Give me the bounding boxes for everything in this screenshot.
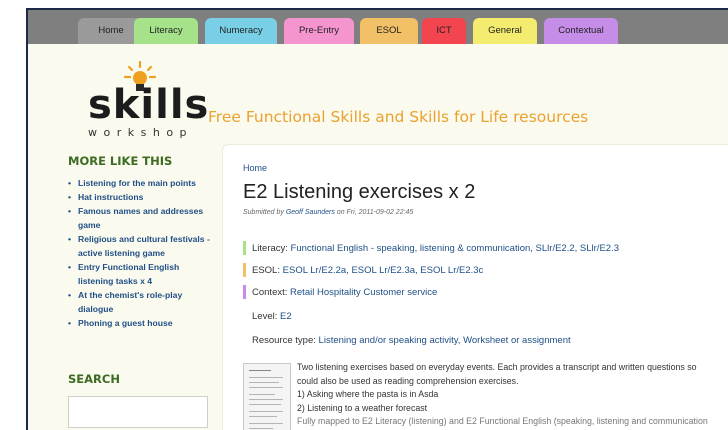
resource-type-link-2[interactable]: Worksheet or assignment [463,335,571,346]
sidebar-title: MORE LIKE THIS [68,154,173,168]
related-list: Listening for the main points Hat instru… [68,176,213,330]
nav-tabbar: Home Literacy Numeracy Pre-Entry ESOL IC… [28,10,728,44]
tab-contextual[interactable]: Contextual [544,18,618,44]
tab-esol[interactable]: ESOL [360,18,418,44]
submitted-date: on Fri, 2011-09-02 22:45 [336,209,414,216]
tab-label: Contextual [558,25,604,36]
tab-label: ESOL [376,25,402,36]
context-label: Context: [252,287,288,298]
worksheet-thumbnail[interactable] [243,363,291,430]
description-line: 1) Asking where the pasta is in Asda [297,389,439,399]
tab-label: Home [98,25,124,36]
tab-literacy[interactable]: Literacy [134,18,198,44]
logo-subtitle: workshop [88,126,194,139]
site-header: skills workshop Free Functional Skills a… [28,44,728,149]
tab-label: Literacy [149,25,183,36]
literacy-color-bar [243,241,246,256]
tab-label: Pre-Entry [298,25,340,36]
resource-type-field: Resource type: Listening and/or speaking… [252,333,571,349]
tab-label: Numeracy [219,25,263,36]
resource-type-label: Resource type: [252,335,316,346]
author-link[interactable]: Geoff Saunders [286,209,335,216]
logo-wordmark[interactable]: skills [88,82,209,128]
resource-type-separator: , [457,335,461,346]
literacy-field: Literacy: Functional English - speaking,… [243,241,619,257]
related-link[interactable]: Hat instructions [68,190,213,204]
related-link[interactable]: Phoning a guest house [68,316,213,330]
tab-pre-entry[interactable]: Pre-Entry [284,18,354,44]
main-content: Home E2 Listening exercises x 2 Submitte… [222,144,728,430]
tab-numeracy[interactable]: Numeracy [205,18,277,44]
tab-label: General [488,25,522,36]
level-value-link[interactable]: E2 [280,311,292,322]
breadcrumb-home[interactable]: Home [243,163,267,173]
context-color-bar [243,285,246,300]
description-line: Two listening exercises based on everyda… [297,362,697,372]
esol-value-link[interactable]: ESOL Lr/E2.2a, ESOL Lr/E2.3a, ESOL Lr/E2… [283,265,484,276]
search-title: SEARCH [68,372,120,386]
literacy-label: Literacy: [252,243,288,254]
submitted-by: Submitted by Geoff Saunders on Fri, 2011… [243,209,413,216]
related-link[interactable]: Listening for the main points [68,176,213,190]
search-input[interactable] [68,396,208,428]
related-link[interactable]: At the chemist's role-play dialogue [68,288,213,316]
esol-field: ESOL: ESOL Lr/E2.2a, ESOL Lr/E2.3a, ESOL… [243,263,483,279]
tab-ict[interactable]: ICT [422,18,466,44]
site-tagline: Free Functional Skills and Skills for Li… [208,108,589,126]
context-value-link[interactable]: Retail Hospitality Customer service [290,287,437,298]
page-title: E2 Listening exercises x 2 [243,181,476,203]
esol-label: ESOL: [252,265,280,276]
related-link[interactable]: Entry Functional English listening tasks… [68,260,213,288]
description-line: could also be used as reading comprehens… [297,375,519,386]
esol-color-bar [243,263,246,278]
resource-description: Two listening exercises based on everyda… [297,361,728,429]
level-label: Level: [252,311,278,322]
description-line: Fully mapped to E2 Literacy (listening) … [297,416,708,426]
context-field: Context: Retail Hospitality Customer ser… [243,285,437,301]
browser-frame: Home Literacy Numeracy Pre-Entry ESOL IC… [26,8,728,430]
related-link[interactable]: Famous names and addresses game [68,204,213,232]
sidebar-more-like-this: MORE LIKE THIS Listening for the main po… [68,154,213,330]
tab-label: ICT [436,25,452,36]
tab-general[interactable]: General [473,18,537,44]
literacy-value-link[interactable]: Functional English - speaking, listening… [291,243,619,254]
related-link[interactable]: Religious and cultural festivals - activ… [68,232,213,260]
level-field: Level: E2 [252,309,292,325]
submitted-prefix: Submitted by [243,209,284,216]
resource-type-link-1[interactable]: Listening and/or speaking activity [319,335,458,346]
